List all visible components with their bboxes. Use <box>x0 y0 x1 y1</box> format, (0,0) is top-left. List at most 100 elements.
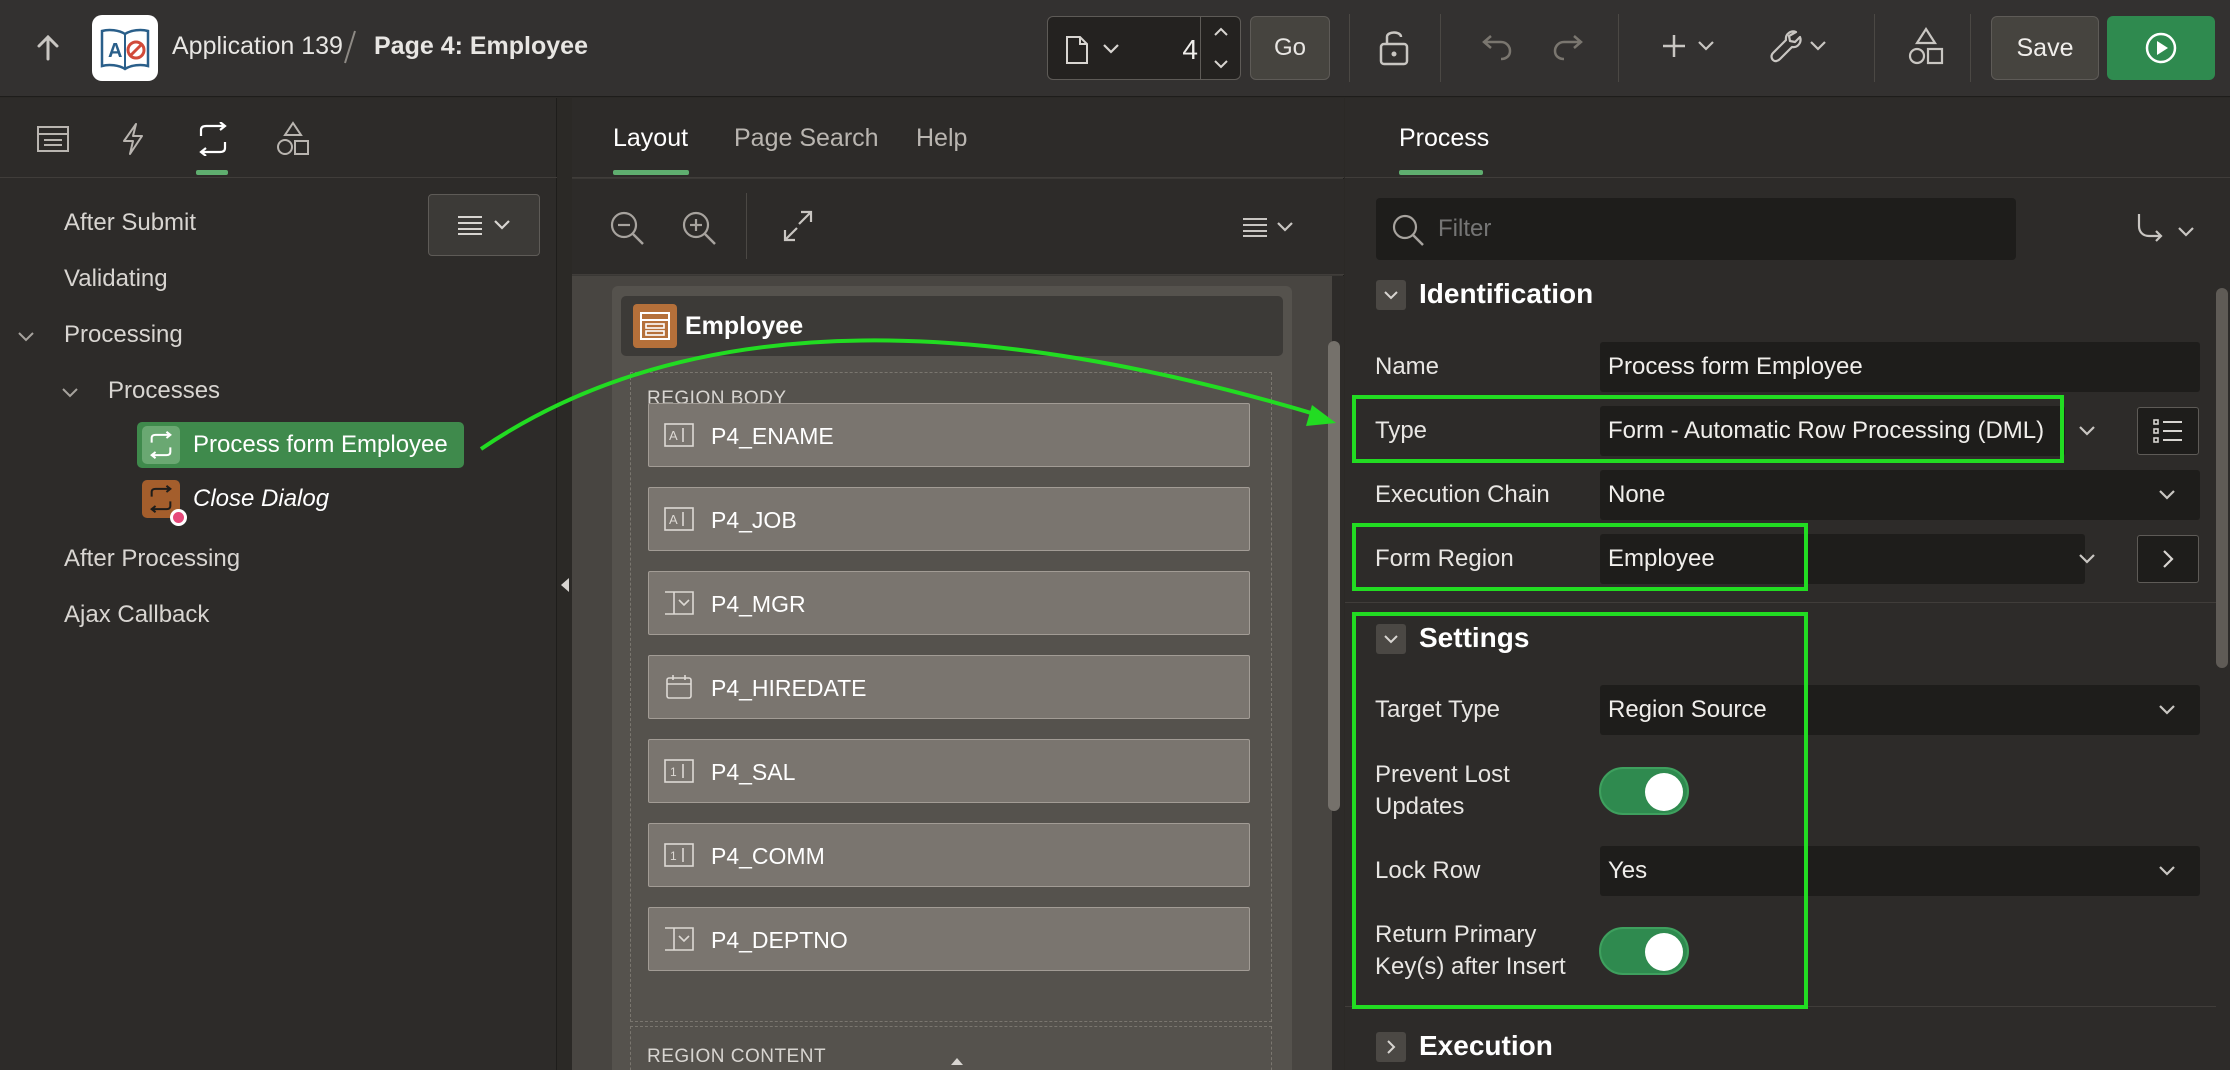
section-toggle-execution[interactable] <box>1376 1032 1406 1062</box>
page-item-label: P4_COMM <box>711 843 825 869</box>
active-tab-indicator <box>196 170 228 175</box>
collapse-caret-icon[interactable] <box>16 330 36 344</box>
active-tab-indicator <box>613 170 689 175</box>
tree-item-processing[interactable]: Processing <box>64 321 183 349</box>
text-field-icon: A <box>664 423 694 447</box>
rendering-tree-panel: After Submit Validating Processing Proce… <box>0 98 557 1070</box>
svg-text:1: 1 <box>670 765 677 779</box>
tab-layout[interactable]: Layout <box>613 124 688 153</box>
processing-tab-icon[interactable] <box>190 116 236 162</box>
zoom-out-icon[interactable] <box>608 209 646 247</box>
property-scrollbar[interactable] <box>2216 288 2228 668</box>
expand-bottom-pane-icon[interactable] <box>950 1056 964 1066</box>
collapse-left-pane-icon[interactable] <box>558 576 572 594</box>
hamburger-icon[interactable] <box>1242 217 1268 237</box>
section-title-identification: Identification <box>1419 278 1594 309</box>
page-item-label: P4_HIREDATE <box>711 675 867 701</box>
tree-item-validating[interactable]: Validating <box>64 265 168 293</box>
rendering-tab-icon[interactable] <box>30 116 76 162</box>
filter-input[interactable] <box>1438 215 1998 243</box>
canvas-scrollbar[interactable] <box>1328 341 1340 811</box>
list-icon <box>2153 419 2182 443</box>
toolbar-divider <box>1440 14 1441 82</box>
page-item-label: P4_ENAME <box>711 423 834 449</box>
property-value-execution-chain[interactable]: None <box>1600 470 2200 520</box>
top-toolbar: A Application 139 Page 4: Employee 4 Go … <box>0 0 2230 97</box>
save-button[interactable]: Save <box>1991 16 2099 80</box>
svg-text:A: A <box>669 428 678 443</box>
shared-components-tab-icon[interactable] <box>270 116 316 162</box>
list-of-values-button[interactable] <box>2137 407 2199 455</box>
chevron-right-icon <box>1387 1040 1396 1054</box>
highlight-type-box <box>1352 395 2064 463</box>
chevron-down-icon[interactable] <box>1213 59 1229 69</box>
chevron-down-icon[interactable] <box>2158 489 2176 501</box>
chevron-down-icon[interactable] <box>1276 221 1294 233</box>
tab-page-search[interactable]: Page Search <box>734 124 879 153</box>
number-field-icon: 1 <box>664 759 694 783</box>
page-item-field[interactable]: P4_HIREDATE <box>648 655 1250 719</box>
property-value-name[interactable]: Process form Employee <box>1600 342 2200 392</box>
chevron-down-icon[interactable] <box>2158 865 2176 877</box>
tab-help[interactable]: Help <box>916 124 967 153</box>
page-number-stepper[interactable] <box>1200 17 1240 79</box>
toolbar-divider <box>746 193 747 259</box>
page-item-field[interactable]: P4_DEPTNO <box>648 907 1250 971</box>
calendar-icon <box>666 675 692 699</box>
collapse-caret-icon[interactable] <box>60 386 80 400</box>
page-item-field[interactable]: A P4_JOB <box>648 487 1250 551</box>
redo-icon[interactable] <box>1550 28 1586 64</box>
zoom-in-icon[interactable] <box>680 209 718 247</box>
tab-process[interactable]: Process <box>1399 124 1489 153</box>
chevron-down-icon[interactable] <box>2158 704 2176 716</box>
dynamic-actions-tab-icon[interactable] <box>110 116 156 162</box>
highlight-form-region-box <box>1352 523 1808 591</box>
expand-icon[interactable] <box>782 209 814 243</box>
tree-menu-button[interactable] <box>428 194 540 256</box>
property-label-name: Name <box>1375 353 1440 380</box>
page-item-field[interactable]: A P4_ENAME <box>648 403 1250 467</box>
undo-icon[interactable] <box>1479 28 1515 64</box>
chevron-down-icon[interactable] <box>2078 425 2096 437</box>
page-item-field[interactable]: P4_MGR <box>648 571 1250 635</box>
breadcrumb-page: Page 4: Employee <box>374 32 588 60</box>
chevron-down-icon[interactable] <box>1809 40 1827 52</box>
tree-item-ajax-callback[interactable]: Ajax Callback <box>64 601 209 629</box>
breadcrumb-separator-icon <box>344 30 356 64</box>
page-item-field[interactable]: 1 P4_COMM <box>648 823 1250 887</box>
chevron-up-icon[interactable] <box>1213 27 1229 37</box>
go-to-group-button[interactable] <box>2135 210 2195 249</box>
toolbar-divider <box>1618 14 1619 82</box>
layout-canvas: Employee REGION BODY A P4_ENAME A P4_JOB… <box>572 276 1332 1070</box>
run-page-button[interactable] <box>2107 16 2215 80</box>
unlock-icon[interactable] <box>1376 26 1412 68</box>
chevron-down-icon[interactable] <box>1697 40 1715 52</box>
up-arrow-icon[interactable] <box>30 30 66 66</box>
go-button[interactable]: Go <box>1250 16 1330 80</box>
shared-components-icon[interactable] <box>1908 26 1944 68</box>
wrench-icon[interactable] <box>1768 28 1804 64</box>
go-to-group-icon <box>2137 214 2163 242</box>
section-toggle-identification[interactable] <box>1376 280 1406 310</box>
property-filter[interactable] <box>1376 198 2016 260</box>
tree-item-close-dialog[interactable]: Close Dialog <box>193 485 329 513</box>
chevron-down-icon[interactable] <box>2078 553 2096 565</box>
chevron-right-icon <box>2163 550 2174 568</box>
page-item-field[interactable]: 1 P4_SAL <box>648 739 1250 803</box>
page-number-input[interactable]: 4 <box>1158 34 1198 66</box>
page-selector[interactable]: 4 <box>1047 16 1241 80</box>
toolbar-divider <box>1970 14 1971 82</box>
tree-item-processes[interactable]: Processes <box>108 377 220 405</box>
tree-item-after-processing[interactable]: After Processing <box>64 545 240 573</box>
tree-item-after-submit[interactable]: After Submit <box>64 209 196 237</box>
chevron-down-icon[interactable] <box>1102 43 1120 55</box>
select-list-icon <box>665 927 694 951</box>
breadcrumb-app[interactable]: Application 139 <box>172 32 343 61</box>
chevron-down-icon <box>2178 227 2195 237</box>
text-field-icon: A <box>664 507 694 531</box>
chevron-down-icon <box>494 220 510 230</box>
app-logo-icon[interactable]: A <box>92 15 158 81</box>
add-icon[interactable] <box>1660 28 1688 64</box>
page-icon <box>1066 36 1088 64</box>
go-to-region-button[interactable] <box>2137 535 2199 583</box>
